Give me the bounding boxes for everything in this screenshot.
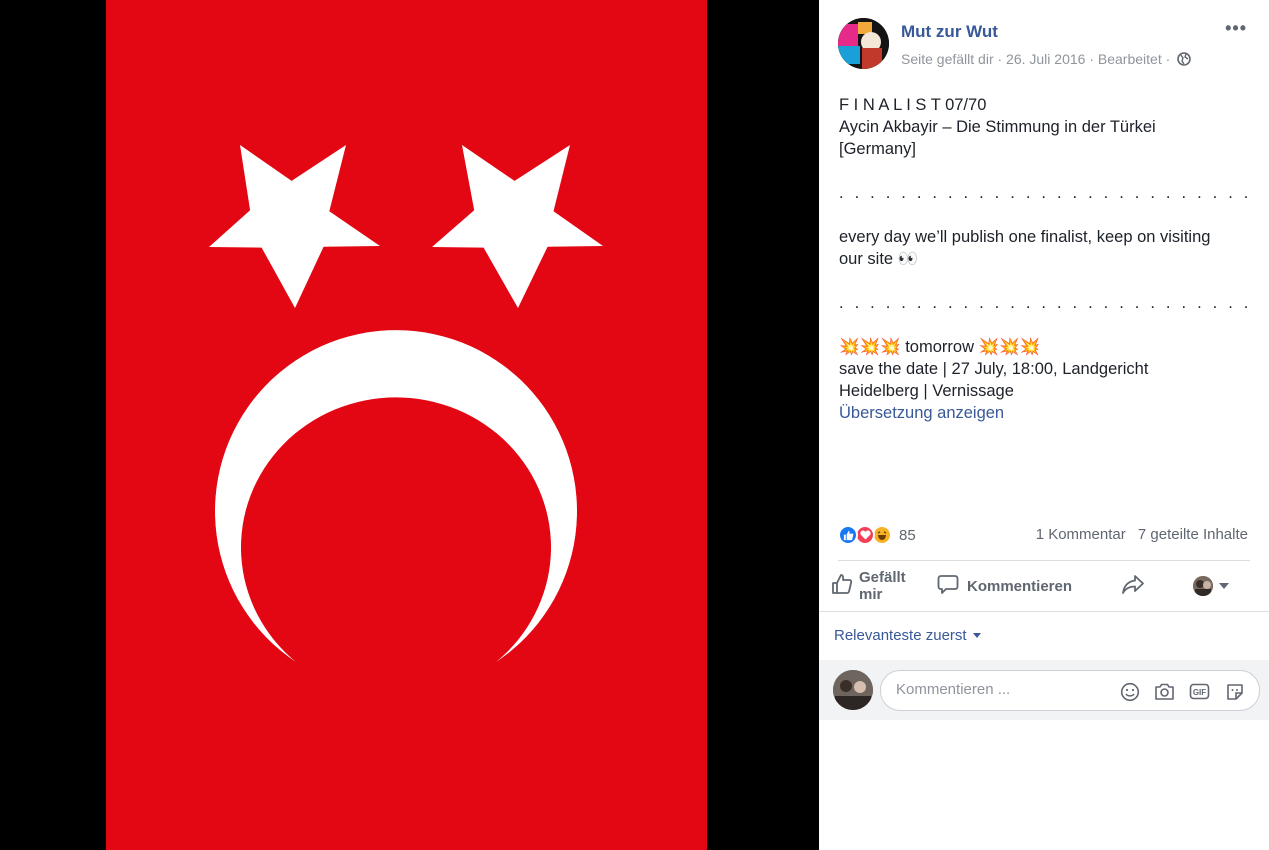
love-reaction-icon bbox=[855, 525, 875, 545]
svg-text:GIF: GIF bbox=[1193, 688, 1206, 697]
emoji-icon[interactable] bbox=[1119, 681, 1140, 702]
share-count-link[interactable]: 7 geteilte Inhalte bbox=[1138, 526, 1248, 543]
post-photo[interactable] bbox=[106, 0, 707, 850]
haha-reaction-icon bbox=[872, 525, 892, 545]
post-line: Heidelberg | Vernissage bbox=[839, 382, 1014, 400]
avatar bbox=[833, 670, 873, 710]
chevron-down-icon bbox=[972, 633, 981, 638]
comment-input-box[interactable]: GIF bbox=[880, 670, 1260, 711]
post-line: [Germany] bbox=[839, 140, 917, 158]
dotted-separator: . . . . . . . . . . . . . . . . . . . . … bbox=[839, 294, 1249, 312]
like-reaction-icon bbox=[838, 525, 858, 545]
reaction-count: 85 bbox=[899, 526, 916, 544]
share-button[interactable] bbox=[1121, 566, 1145, 606]
post-line: F I N A L I S T 07/70 bbox=[839, 96, 987, 114]
reaction-summary[interactable]: 85 bbox=[838, 523, 916, 547]
share-arrow-icon bbox=[1121, 573, 1145, 599]
comment-sort-dropdown[interactable]: Relevanteste zuerst bbox=[834, 627, 981, 644]
profile-avatar-small bbox=[1193, 576, 1213, 596]
photo-viewer bbox=[0, 0, 819, 850]
like-button[interactable]: Gefällt mir bbox=[831, 566, 906, 606]
comment-button[interactable]: Kommentieren bbox=[937, 566, 1072, 606]
comment-label: Kommentieren bbox=[967, 577, 1073, 595]
post-line: 💥💥💥 tomorrow 💥💥💥 bbox=[839, 338, 1041, 356]
chevron-down-icon bbox=[1219, 583, 1229, 589]
post-meta-text: Seite gefällt dir · 26. Juli 2016 · Bear… bbox=[901, 51, 1175, 67]
like-label-line2: mir bbox=[859, 586, 883, 603]
speech-bubble-icon bbox=[937, 573, 959, 599]
camera-icon[interactable] bbox=[1154, 681, 1175, 702]
post-line: every day we’ll publish one finalist, ke… bbox=[839, 228, 1211, 246]
sort-label: Relevanteste zuerst bbox=[834, 627, 967, 644]
post-panel: Mut zur Wut Seite gefällt dir · 26. Juli… bbox=[819, 0, 1269, 850]
divider bbox=[819, 611, 1269, 612]
thumbs-up-icon bbox=[831, 573, 853, 599]
globe-icon bbox=[1177, 52, 1191, 69]
post-text: F I N A L I S T 07/70 Aycin Akbayir – Di… bbox=[839, 94, 1249, 424]
post-line: Aycin Akbayir – Die Stimmung in der Türk… bbox=[839, 118, 1156, 136]
page-avatar[interactable] bbox=[838, 18, 889, 69]
like-label-line1: Gefällt bbox=[859, 569, 906, 586]
more-options-button[interactable]: ••• bbox=[1225, 18, 1247, 39]
divider bbox=[838, 560, 1250, 561]
dotted-separator: . . . . . . . . . . . . . . . . . . . . … bbox=[839, 184, 1249, 202]
flag-artwork bbox=[106, 0, 707, 850]
sticker-icon[interactable] bbox=[1224, 681, 1245, 702]
post-stats: 1 Kommentar 7 geteilte Inhalte bbox=[1028, 526, 1248, 543]
post-line: save the date | 27 July, 18:00, Landgeri… bbox=[839, 360, 1149, 378]
comment-count-link[interactable]: 1 Kommentar bbox=[1036, 526, 1126, 543]
see-translation-link[interactable]: Übersetzung anzeigen bbox=[839, 402, 1249, 424]
action-bar: Gefällt mir Kommentieren bbox=[829, 566, 1259, 606]
post-meta: Seite gefällt dir · 26. Juli 2016 · Bear… bbox=[901, 51, 1191, 69]
post-as-selector[interactable] bbox=[1193, 566, 1229, 606]
post-line: our site 👀 bbox=[839, 250, 919, 268]
comment-input[interactable] bbox=[896, 681, 1096, 698]
gif-icon[interactable]: GIF bbox=[1189, 681, 1210, 702]
page-name-link[interactable]: Mut zur Wut bbox=[901, 22, 998, 42]
